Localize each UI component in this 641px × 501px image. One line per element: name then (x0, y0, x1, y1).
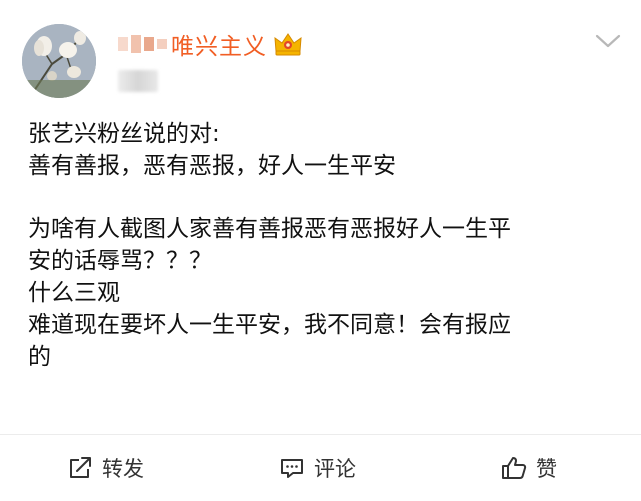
post-line: 什么三观 (28, 280, 120, 306)
comment-button[interactable]: 评论 (278, 440, 356, 496)
comment-icon (281, 459, 303, 478)
post-line: 难道现在要坏人一生平安，我不同意！会有报应 (28, 312, 511, 338)
post-line: 为啥有人截图人家善有善报恶有恶报好人一生平 (28, 216, 511, 242)
username[interactable]: 唯兴主义 (171, 27, 267, 61)
post-line: 安的话辱骂？？？ (28, 248, 212, 274)
like-button[interactable]: 赞 (500, 440, 557, 496)
username-mosaic (118, 35, 167, 53)
like-label: 赞 (536, 457, 557, 481)
post-meta-blurred (118, 70, 158, 92)
weibo-post-card: 唯兴主义 张艺兴粉丝说的对: 善有善报，恶有恶报，好人一生平安 为啥有人截图人家… (0, 0, 641, 501)
post-line: 善有善报，恶有恶报，好人一生平安 (28, 153, 396, 179)
post-line: 张艺兴粉丝说的对: (28, 121, 220, 147)
divider (0, 434, 641, 435)
action-bar: 转发 评论 赞 (0, 440, 641, 496)
thumbs-up-icon (502, 457, 527, 479)
avatar[interactable] (22, 24, 96, 98)
post-text: 张艺兴粉丝说的对: 善有善报，恶有恶报，好人一生平安 为啥有人截图人家善有善报恶… (28, 118, 628, 373)
comment-label: 评论 (314, 457, 356, 481)
crown-vip-icon[interactable] (273, 31, 303, 57)
magnolia-flower-avatar-image (22, 24, 96, 98)
username-row: 唯兴主义 (118, 27, 303, 61)
repost-label: 转发 (102, 457, 144, 481)
post-line: 的 (28, 344, 51, 370)
repost-button[interactable]: 转发 (66, 440, 144, 496)
repost-icon (70, 457, 91, 478)
chevron-down-icon[interactable] (593, 30, 623, 52)
